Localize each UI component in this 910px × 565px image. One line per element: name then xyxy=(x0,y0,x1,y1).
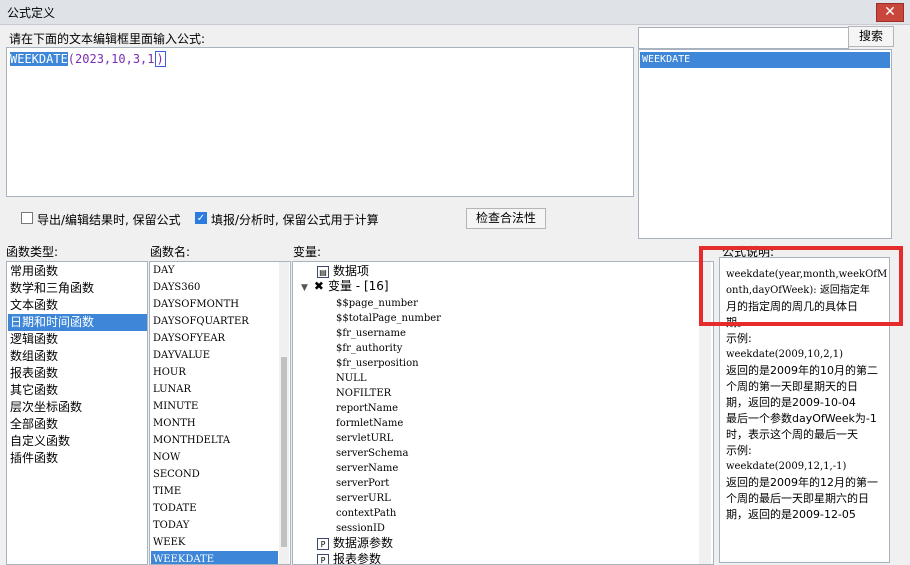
description-line: 最后一个参数dayOfWeek为-1 xyxy=(726,411,877,427)
function-name-item[interactable]: DAYSOFQUARTER xyxy=(151,313,278,330)
variables-tree: ▤ 数据项 ▼ ✖ 变量 - [16] $$page_number $$totalPa… xyxy=(292,261,714,565)
variable-item[interactable]: servletURL xyxy=(336,431,393,446)
variable-item[interactable]: sessionID xyxy=(336,521,385,536)
description-line: 返回的是2009年的12月的第一 xyxy=(726,475,878,491)
variables-glyph-icon: ✖ xyxy=(314,279,324,293)
table-icon: ▤ xyxy=(317,266,329,278)
datasource-params-node[interactable]: P 数据源参数 xyxy=(317,536,393,551)
params-icon: P xyxy=(317,538,329,550)
function-name-item[interactable]: DAYS360 xyxy=(151,279,278,296)
variable-item[interactable]: reportName xyxy=(336,401,398,416)
formula-editor[interactable]: WEEKDATE(2023,10,3,1) xyxy=(6,47,634,197)
function-type-item[interactable]: 常用函数 xyxy=(8,263,148,280)
data-item-node[interactable]: ▤ 数据项 xyxy=(317,264,369,279)
variable-item[interactable]: $$totalPage_number xyxy=(336,311,441,326)
variable-item[interactable]: serverSchema xyxy=(336,446,408,461)
function-types-list: 常用函数 数学和三角函数 文本函数 日期和时间函数 逻辑函数 数组函数 报表函数… xyxy=(6,261,148,565)
keep-formula-export-checkbox[interactable] xyxy=(21,212,33,224)
variable-item[interactable]: $$page_number xyxy=(336,296,418,311)
description-line: 期，返回的是2009-12-05 xyxy=(726,507,856,523)
function-name-item[interactable]: MINUTE xyxy=(151,398,278,415)
variable-item[interactable]: contextPath xyxy=(336,506,396,521)
collapse-arrow-icon[interactable]: ▼ xyxy=(301,283,308,293)
description-line: 个周的最后一天即星期六的日 xyxy=(726,491,869,507)
formula-args-text: (2023,10,3,1 xyxy=(68,52,155,66)
function-name-item[interactable]: MONTHDELTA xyxy=(151,432,278,449)
description-line: 示例: xyxy=(726,331,752,347)
title-bar: 公式定义 ✕ xyxy=(0,0,910,25)
function-type-item[interactable]: 全部函数 xyxy=(8,416,148,433)
function-type-item[interactable]: 文本函数 xyxy=(8,297,148,314)
function-name-item[interactable]: SECOND xyxy=(151,466,278,483)
formula-caret-bracket: ) xyxy=(155,51,166,67)
function-name-item[interactable]: DAYSOFYEAR xyxy=(151,330,278,347)
search-results-list: WEEKDATE xyxy=(638,49,892,239)
data-item-label: 数据项 xyxy=(333,264,369,278)
function-names-header: 函数名: xyxy=(150,243,190,260)
variables-header: 变量: xyxy=(293,243,321,260)
function-names-scrollbar[interactable] xyxy=(279,262,289,564)
function-name-item[interactable]: TODATE xyxy=(151,500,278,517)
function-type-item[interactable]: 报表函数 xyxy=(8,365,148,382)
variable-item[interactable]: serverURL xyxy=(336,491,391,506)
check-validity-button[interactable]: 检查合法性 xyxy=(466,208,546,229)
keep-formula-fill-label: 填报/分析时, 保留公式用于计算 xyxy=(211,211,379,228)
function-name-item[interactable]: DAYVALUE xyxy=(151,347,278,364)
description-line: 个周的第一天即星期天的日 xyxy=(726,379,858,395)
function-type-item[interactable]: 层次坐标函数 xyxy=(8,399,148,416)
function-name-item[interactable]: MONTH xyxy=(151,415,278,432)
function-type-item[interactable]: 数组函数 xyxy=(8,348,148,365)
function-names-scroll-thumb[interactable] xyxy=(281,357,287,547)
variable-item[interactable]: NOFILTER xyxy=(336,386,391,401)
function-name-item[interactable]: DAY xyxy=(151,262,278,279)
search-input[interactable] xyxy=(638,27,849,49)
highlight-box xyxy=(699,246,903,326)
search-button[interactable]: 搜索 xyxy=(848,26,894,47)
function-type-item[interactable]: 其它函数 xyxy=(8,382,148,399)
function-name-item[interactable]: DAYSOFMONTH xyxy=(151,296,278,313)
variables-group-node[interactable]: ▼ ✖ 变量 - [16] xyxy=(301,279,389,294)
datasource-params-label: 数据源参数 xyxy=(333,536,393,550)
report-params-icon: P xyxy=(317,554,329,565)
editor-label: 请在下面的文本编辑框里面输入公式: xyxy=(9,30,205,47)
description-line: 时，表示这个周的最后一天 xyxy=(726,427,858,443)
report-params-node[interactable]: P 报表参数 xyxy=(317,552,381,565)
function-type-item[interactable]: 插件函数 xyxy=(8,450,148,467)
function-type-item[interactable]: 逻辑函数 xyxy=(8,331,148,348)
function-types-header: 函数类型: xyxy=(6,243,58,260)
keep-formula-fill-checkbox[interactable]: ✓ xyxy=(195,212,207,224)
function-type-item[interactable]: 数学和三角函数 xyxy=(8,280,148,297)
variable-item[interactable]: serverName xyxy=(336,461,398,476)
report-params-label: 报表参数 xyxy=(333,552,381,565)
description-line: 返回的是2009年的10月的第二 xyxy=(726,363,878,379)
variable-item[interactable]: $fr_username xyxy=(336,326,406,341)
variable-item[interactable]: serverPort xyxy=(336,476,389,491)
variable-item[interactable]: formletName xyxy=(336,416,403,431)
variable-item[interactable]: $fr_authority xyxy=(336,341,402,356)
formula-line: WEEKDATE(2023,10,3,1) xyxy=(10,52,166,66)
function-name-item[interactable]: NOW xyxy=(151,449,278,466)
close-button[interactable]: ✕ xyxy=(876,3,904,22)
variable-item[interactable]: NULL xyxy=(336,371,366,386)
formula-selected-text: WEEKDATE xyxy=(10,52,68,66)
description-line: 期，返回的是2009-10-04 xyxy=(726,395,856,411)
variables-group-label: 变量 - [16] xyxy=(328,279,389,293)
variable-item[interactable]: $fr_userposition xyxy=(336,356,419,371)
function-type-item-selected[interactable]: 日期和时间函数 xyxy=(8,314,148,331)
search-result-item[interactable]: WEEKDATE xyxy=(640,52,890,68)
function-name-item[interactable]: WEEK xyxy=(151,534,278,551)
function-name-item[interactable]: TODAY xyxy=(151,517,278,534)
description-line: weekdate(2009,10,2,1) xyxy=(726,347,843,363)
description-line: weekdate(2009,12,1,-1) xyxy=(726,459,846,475)
keep-formula-export-label: 导出/编辑结果时, 保留公式 xyxy=(37,211,181,228)
function-name-item[interactable]: LUNAR xyxy=(151,381,278,398)
window-title: 公式定义 xyxy=(7,4,55,21)
description-line: 示例: xyxy=(726,443,752,459)
function-name-item[interactable]: HOUR xyxy=(151,364,278,381)
function-names-list: DAY DAYS360 DAYSOFMONTH DAYSOFQUARTER DA… xyxy=(149,261,291,565)
function-type-item[interactable]: 自定义函数 xyxy=(8,433,148,450)
function-name-item[interactable]: TIME xyxy=(151,483,278,500)
